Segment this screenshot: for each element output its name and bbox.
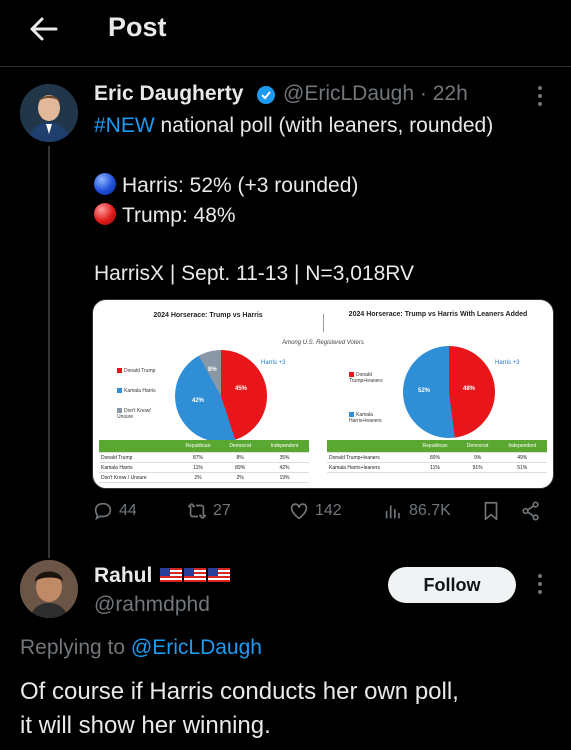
thread-connector <box>48 146 50 558</box>
pie-label-trump: 48% <box>463 386 476 392</box>
us-flag-icon <box>208 568 231 582</box>
bookmark-icon <box>484 501 498 521</box>
repost-button[interactable]: 27 <box>186 500 231 522</box>
avatar[interactable] <box>20 560 78 618</box>
tweet-trump-line: Trump: 48% <box>94 203 236 228</box>
us-flag-icon <box>184 568 207 582</box>
page-title: Post <box>108 12 167 42</box>
legend-item: Kamala Harris <box>117 388 156 394</box>
table-header-row: Republican Democrat Independent <box>327 440 547 453</box>
author-handle-time[interactable]: @EricLDaugh · 22h <box>283 82 468 106</box>
reply-icon <box>94 502 112 521</box>
legend-item: Donald Trump <box>117 368 155 374</box>
poll-panel-left: 2024 Horserace: Trump vs Harris 45% 42% … <box>93 300 323 488</box>
views-button[interactable]: 86.7K <box>382 500 451 522</box>
poll-right-table: Republican Democrat Independent Donald T… <box>327 440 547 473</box>
table-row: Donald Trump 87% 8% 35% <box>99 452 309 463</box>
poll-left-table: Republican Democrat Independent Donald T… <box>99 440 309 483</box>
reply-text-line2: it will show her winning. <box>20 712 271 739</box>
back-arrow-icon[interactable] <box>26 12 60 46</box>
tweet-text-rest: national poll (with leaners, rounded) <box>154 114 494 137</box>
harris-lead-tag: Harris +3 <box>495 360 520 366</box>
action-bar: 44 27 142 86.7K <box>92 500 552 530</box>
trump-result: Trump: 48% <box>122 204 236 227</box>
table-row: Kamala Harris 11% 89% 42% <box>99 462 309 473</box>
poll-right-title: 2024 Horserace: Trump vs Harris With Lea… <box>348 311 528 318</box>
tweet-source-line: HarrisX | Sept. 11-13 | N=3,018RV <box>94 262 415 285</box>
reply-text-line1: Of course if Harris conducts her own pol… <box>20 678 459 705</box>
reply-author-handle[interactable]: @rahmdphd <box>94 593 210 617</box>
poll-panel-right: 2024 Horserace: Trump vs Harris With Lea… <box>323 300 553 488</box>
reply-button[interactable]: 44 <box>92 500 137 522</box>
views-count: 86.7K <box>409 502 451 519</box>
like-count: 142 <box>315 502 342 519</box>
legend-item: Don't Know/ Unsure <box>117 408 151 420</box>
repost-count: 27 <box>213 502 231 519</box>
table-row: Donald Trump+leaners 89% 9% 49% <box>327 452 547 463</box>
red-circle-emoji <box>94 203 116 225</box>
table-row: Don't Know / Unsure 2% 2% 19% <box>99 472 309 483</box>
harris-lead-tag: Harris +3 <box>261 360 286 366</box>
table-header-row: Republican Democrat Independent <box>99 440 309 453</box>
author-name[interactable]: Eric Daugherty <box>94 82 243 106</box>
harris-result: Harris: 52% (+3 rounded) <box>122 174 359 197</box>
hashtag-new[interactable]: #NEW <box>94 114 155 137</box>
top-bar: Post <box>0 0 571 67</box>
reply-author-name[interactable]: Rahul <box>94 564 231 588</box>
replying-to-mention[interactable]: @EricLDaugh <box>131 636 262 659</box>
share-button[interactable] <box>520 500 542 522</box>
pie-label-harris: 42% <box>192 398 205 404</box>
reply-count: 44 <box>119 502 137 519</box>
replying-to-line: Replying to @EricLDaugh <box>20 636 262 659</box>
repost-icon <box>187 503 207 519</box>
bookmark-button[interactable] <box>480 500 502 522</box>
legend-item: Donald Trump+leaners <box>349 372 383 384</box>
more-options-icon[interactable] <box>537 86 543 110</box>
views-chart-icon <box>385 505 400 519</box>
us-flag-icon <box>160 568 183 582</box>
poll-left-pie <box>175 350 267 442</box>
pie-label-unsure: 8% <box>208 367 217 373</box>
tweet-harris-line: Harris: 52% (+3 rounded) <box>94 173 358 198</box>
like-button[interactable]: 142 <box>288 500 342 522</box>
pie-label-harris: 52% <box>418 388 431 394</box>
heart-icon <box>290 503 308 520</box>
blue-circle-emoji <box>94 173 116 195</box>
table-row: Kamala Harris+leaners 11% 91% 51% <box>327 462 547 473</box>
poll-image[interactable]: 2024 Horserace: Trump vs Harris 45% 42% … <box>92 299 554 489</box>
verified-badge-icon <box>256 85 276 105</box>
share-icon <box>522 501 539 521</box>
avatar[interactable] <box>20 84 78 142</box>
more-options-icon[interactable] <box>537 574 543 598</box>
tweet-text-line1: #NEW national poll (with leaners, rounde… <box>94 114 493 138</box>
poll-left-title: 2024 Horserace: Trump vs Harris <box>153 312 263 319</box>
follow-button[interactable]: Follow <box>388 567 516 603</box>
legend-item: Kamala Harris+leaners <box>349 412 382 424</box>
pie-label-trump: 45% <box>235 386 248 392</box>
poll-right-pie <box>403 346 495 438</box>
